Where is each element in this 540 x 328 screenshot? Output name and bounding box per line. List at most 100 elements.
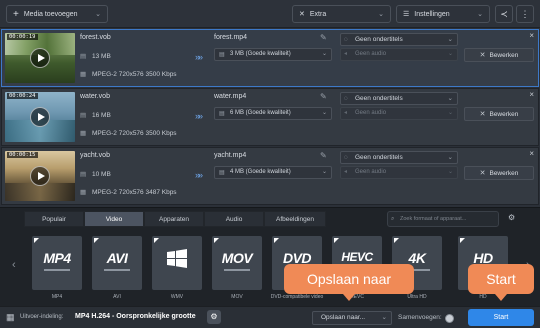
tab-video[interactable]: Video xyxy=(84,211,144,227)
list-icon: ☰ xyxy=(403,11,410,18)
output-format-value[interactable]: MP4 H.264 - Oorspronkelijke grootte xyxy=(75,313,196,320)
tab-popular[interactable]: Populair xyxy=(24,211,84,227)
chevron-down-icon: ⌄ xyxy=(381,314,387,321)
duration-label: 00:00:24 xyxy=(7,93,38,99)
format-tile-wmv[interactable] xyxy=(152,236,202,290)
tab-audio[interactable]: Audio xyxy=(204,211,264,227)
save-to-callout: Opslaan naar xyxy=(284,264,414,301)
format-settings-icon[interactable]: ⚙ xyxy=(508,213,515,222)
speech-bubble-icon: ◌ xyxy=(344,36,348,43)
format-logo: MP4 xyxy=(43,250,71,266)
output-size-select[interactable]: ▤ 3 MB (Goede kwaliteit) ⌄ xyxy=(214,48,332,61)
share-button[interactable]: ≺ xyxy=(495,5,513,23)
corner-mark xyxy=(214,238,219,243)
chevron-down-icon: ⌄ xyxy=(378,11,384,18)
chevron-down-icon: ⌄ xyxy=(321,169,327,175)
file-row[interactable]: 00:00:15 yacht.vob ▤ 10 MB ▦ MPEG-2 720x… xyxy=(1,147,539,205)
windows-logo-icon xyxy=(167,249,187,268)
close-icon[interactable]: × xyxy=(529,149,534,158)
wrench-icon: ✕ xyxy=(479,170,486,177)
edit-button[interactable]: ✕ Bewerken xyxy=(464,166,534,180)
top-toolbar: + Media toevoegen ⌄ ✕ Extra ⌄ ☰ Instelli… xyxy=(0,0,540,28)
chevron-down-icon: ⌄ xyxy=(447,51,453,57)
format-search-placeholder: Zoek formaat of apparaat... xyxy=(400,216,467,222)
output-format-label: Uitvoer-indeling: xyxy=(20,314,64,320)
play-icon[interactable] xyxy=(30,107,50,127)
format-tile-mov[interactable]: MOV xyxy=(212,236,262,290)
edit-label: Bewerken xyxy=(489,169,519,177)
merge-toggle[interactable] xyxy=(445,314,454,323)
add-media-button[interactable]: + Media toevoegen ⌄ xyxy=(6,5,108,23)
audio-icon: ◂ xyxy=(344,110,348,116)
format-search-input[interactable]: ⌕ Zoek formaat of apparaat... xyxy=(387,211,499,227)
chevron-down-icon: ⌄ xyxy=(477,11,483,18)
format-tabs: Populair Video Apparaten Audio Afbeeldin… xyxy=(24,211,326,227)
subtitles-select[interactable]: ◌ Geen ondertitels ⌄ xyxy=(340,92,458,105)
chevron-down-icon: ⌄ xyxy=(447,110,453,116)
chevron-down-icon: ⌄ xyxy=(447,95,453,102)
source-spec: MPEG-2 720x576 3487 Kbps xyxy=(92,189,177,196)
rename-pencil-icon[interactable]: ✎ xyxy=(320,151,327,160)
close-icon[interactable]: × xyxy=(529,90,534,99)
subtitles-select[interactable]: ◌ Geen ondertitels ⌄ xyxy=(340,151,458,164)
chevron-left-icon[interactable]: ‹ xyxy=(12,259,16,271)
film-icon: ▦ xyxy=(80,130,87,137)
output-size-value: 6 MB (Goede kwaliteit) xyxy=(230,110,291,116)
file-row[interactable]: 00:00:24 water.vob ▤ 16 MB ▦ MPEG-2 720x… xyxy=(1,88,539,146)
chevron-down-icon: ⌄ xyxy=(95,11,101,18)
corner-mark xyxy=(94,238,99,243)
file-icon: ▤ xyxy=(80,53,87,60)
format-label: DVD-compatibele video xyxy=(270,294,324,300)
video-thumbnail[interactable]: 00:00:19 xyxy=(5,33,75,83)
format-label: MOV xyxy=(231,294,243,300)
output-size-select[interactable]: ▤ 6 MB (Goede kwaliteit) ⌄ xyxy=(214,107,332,120)
audio-select[interactable]: ◂ Geen audio ⌄ xyxy=(340,48,458,61)
format-panel: Populair Video Apparaten Audio Afbeeldin… xyxy=(0,207,540,306)
format-label: MP4 xyxy=(51,294,63,300)
format-label: HEVC xyxy=(350,294,364,300)
corner-mark xyxy=(460,238,465,243)
source-size: 10 MB xyxy=(92,171,111,178)
audio-value: Geen audio xyxy=(355,169,387,175)
source-size: 16 MB xyxy=(92,112,111,119)
play-icon[interactable] xyxy=(30,48,50,68)
convert-arrow-icon: »» xyxy=(195,52,203,62)
edit-button[interactable]: ✕ Bewerken xyxy=(464,107,534,121)
format-label: Ultra HD xyxy=(407,294,427,300)
source-spec: MPEG-2 720x576 3500 Kbps xyxy=(92,130,177,137)
rename-pencil-icon[interactable]: ✎ xyxy=(320,92,327,101)
file-icon: ▤ xyxy=(80,171,87,178)
source-filename: yacht.vob xyxy=(80,152,110,159)
format-label: AVI xyxy=(113,294,121,300)
more-button[interactable]: ⋮ xyxy=(516,5,534,23)
format-tile-avi[interactable]: AVI xyxy=(92,236,142,290)
share-icon: ≺ xyxy=(500,8,508,19)
format-strip xyxy=(104,269,130,271)
tab-devices[interactable]: Apparaten xyxy=(144,211,204,227)
convert-arrow-icon: »» xyxy=(195,170,203,180)
audio-select[interactable]: ◂ Geen audio ⌄ xyxy=(340,107,458,120)
chevron-down-icon: ⌄ xyxy=(321,51,327,57)
corner-mark xyxy=(34,238,39,243)
format-tile-mp4[interactable]: MP4 xyxy=(32,236,82,290)
file-row[interactable]: 00:00:19 forest.vob ▤ 13 MB ▦ MPEG-2 720… xyxy=(1,29,539,87)
play-icon[interactable] xyxy=(30,166,50,186)
save-to-select[interactable]: Opslaan naar... ⌄ xyxy=(312,311,392,325)
start-button[interactable]: Start xyxy=(468,309,534,326)
settings-menu-button[interactable]: ☰ Instellingen ⌄ xyxy=(396,5,490,23)
tab-images[interactable]: Afbeeldingen xyxy=(264,211,326,227)
extra-menu-button[interactable]: ✕ Extra ⌄ xyxy=(292,5,391,23)
video-thumbnail[interactable]: 00:00:15 xyxy=(5,151,75,201)
subtitles-select[interactable]: ◌ Geen ondertitels ⌄ xyxy=(340,33,458,46)
format-strip xyxy=(44,269,70,271)
audio-value: Geen audio xyxy=(355,51,387,57)
output-settings-gear-icon[interactable]: ⚙ xyxy=(207,310,221,324)
video-thumbnail[interactable]: 00:00:24 xyxy=(5,92,75,142)
speech-bubble-icon: ◌ xyxy=(344,95,348,102)
edit-button[interactable]: ✕ Bewerken xyxy=(464,48,534,62)
close-icon[interactable]: × xyxy=(529,31,534,40)
audio-select[interactable]: ◂ Geen audio ⌄ xyxy=(340,166,458,179)
output-size-value: 3 MB (Goede kwaliteit) xyxy=(230,51,291,57)
rename-pencil-icon[interactable]: ✎ xyxy=(320,33,327,42)
output-size-select[interactable]: ▤ 4 MB (Goede kwaliteit) ⌄ xyxy=(214,166,332,179)
